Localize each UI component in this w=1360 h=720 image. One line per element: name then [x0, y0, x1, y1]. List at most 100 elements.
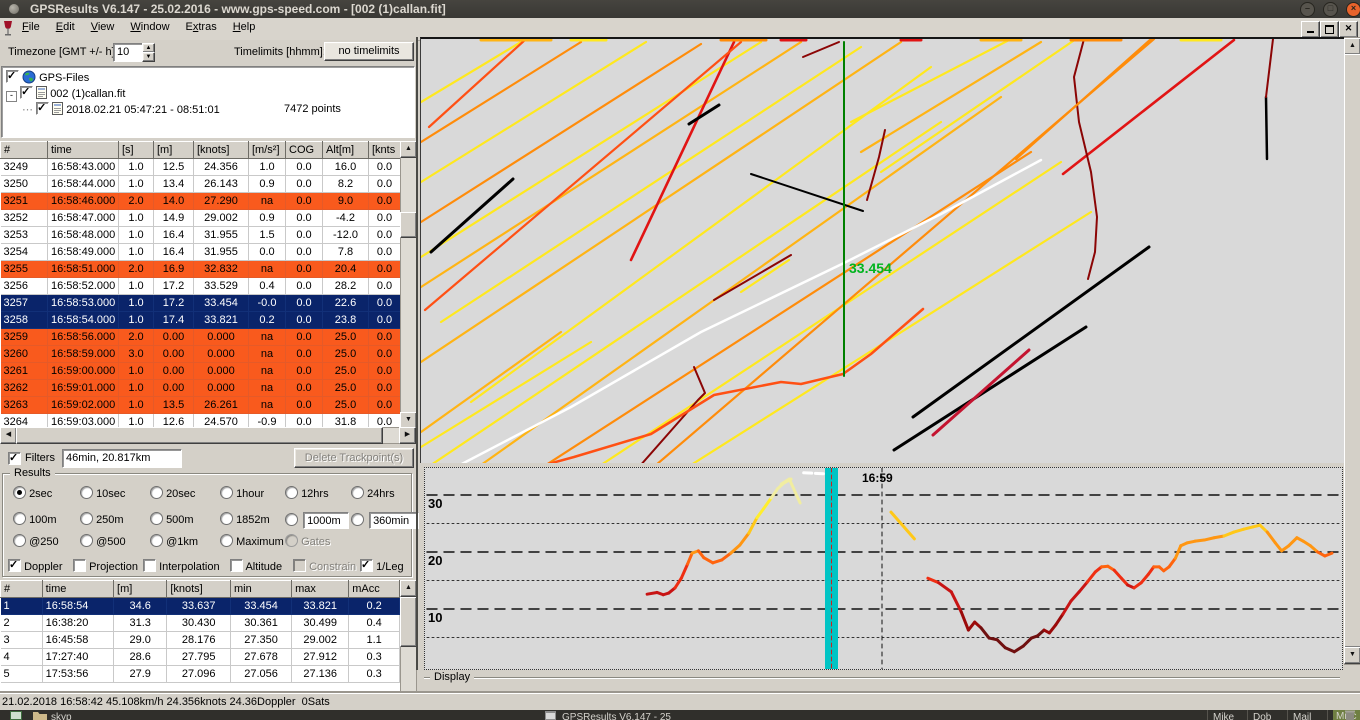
scroll-left-button[interactable]: ◀: [0, 427, 17, 444]
vscroll-thumb[interactable]: [400, 597, 417, 647]
checkbox-altitude[interactable]: Altitude: [230, 559, 282, 573]
vscroll-thumb[interactable]: [400, 212, 417, 238]
table-row[interactable]: 325216:58:47.0001.014.929.0020.90.0-4.20…: [1, 210, 401, 227]
tree-session-checkbox[interactable]: [36, 102, 49, 115]
radio-24hrs[interactable]: 24hrs: [351, 486, 395, 500]
column-header[interactable]: time: [42, 581, 113, 598]
timezone-input[interactable]: 10: [113, 43, 143, 62]
delete-trackpoints-button[interactable]: Delete Trackpoint(s): [294, 448, 414, 468]
radio-icon[interactable]: [285, 513, 298, 526]
table-row[interactable]: 326116:59:00.0001.00.000.000na0.025.00.0: [1, 363, 401, 380]
radio-maximum[interactable]: Maximum: [220, 534, 284, 548]
filters-checkbox[interactable]: [8, 452, 21, 465]
radio-icon[interactable]: [13, 512, 26, 525]
table-row[interactable]: 325316:58:48.0001.016.431.9551.50.0-12.0…: [1, 227, 401, 244]
maximize-window-button[interactable]: □: [1323, 2, 1338, 17]
radio-icon[interactable]: [285, 534, 298, 547]
radio-500[interactable]: @500: [80, 534, 126, 548]
taskbar-item[interactable]: GPSResults V6.147 - 25: [562, 711, 671, 720]
window-titlebar[interactable]: GPSResults V6.147 - 25.02.2016 - www.gps…: [0, 0, 1360, 18]
table-row[interactable]: 326216:59:01.0001.00.000.000na0.025.00.0: [1, 380, 401, 397]
column-header[interactable]: [knts: [369, 142, 401, 159]
tree-root-checkbox[interactable]: [6, 70, 19, 83]
tree-item-root[interactable]: GPS-Files: [6, 70, 89, 86]
column-header[interactable]: COG: [286, 142, 323, 159]
track-map[interactable]: 33.454: [420, 37, 1344, 465]
mdi-close-button[interactable]: ✕: [1339, 21, 1358, 38]
table-row[interactable]: 316:45:5829.028.17627.35029.0021.1: [1, 632, 400, 649]
trackpoint-table-vscrollbar[interactable]: ▲ ▼: [400, 141, 417, 429]
tree-file-checkbox[interactable]: [20, 86, 33, 99]
timezone-spin-down[interactable]: ▼: [142, 52, 155, 62]
table-row[interactable]: 325516:58:51.0002.016.932.832na0.020.40.…: [1, 261, 401, 278]
menu-file[interactable]: File: [14, 18, 48, 40]
radio-1hour[interactable]: 1hour: [220, 486, 264, 500]
table-row[interactable]: 325716:58:53.0001.017.233.454-0.00.022.6…: [1, 295, 401, 312]
table-row[interactable]: 116:58:5434.633.63733.45433.8210.2: [1, 598, 400, 615]
scroll-right-button[interactable]: ▶: [399, 427, 416, 444]
collapse-icon[interactable]: -: [6, 91, 17, 102]
checkbox-icon[interactable]: [73, 559, 86, 572]
menu-view[interactable]: View: [83, 18, 123, 40]
speed-time-chart[interactable]: 30201016:59: [424, 467, 1343, 670]
radio-1852m[interactable]: 1852m: [220, 512, 270, 526]
column-header[interactable]: mAcc: [349, 581, 400, 598]
radio-icon[interactable]: [13, 486, 26, 499]
taskbar-item[interactable]: skyp: [51, 711, 72, 720]
table-row[interactable]: 325016:58:44.0001.013.426.1430.90.08.20.…: [1, 176, 401, 193]
taskbar-item-mail[interactable]: Mail: [1293, 711, 1311, 720]
view-vscrollbar[interactable]: ▲ ▼: [1344, 37, 1360, 665]
table-row[interactable]: 325416:58:49.0001.016.431.9550.00.07.80.…: [1, 244, 401, 261]
table-row[interactable]: 326316:59:02.0001.013.526.261na0.025.00.…: [1, 397, 401, 414]
column-header[interactable]: Alt[m]: [323, 142, 369, 159]
timelimits-button[interactable]: no timelimits: [324, 42, 414, 61]
trash-icon[interactable]: [1344, 710, 1356, 720]
menu-edit[interactable]: Edit: [48, 18, 83, 40]
radio-500m[interactable]: 500m: [150, 512, 194, 526]
tree-item-file[interactable]: - 002 (1)callan.fit: [6, 86, 125, 102]
window-icon[interactable]: [545, 711, 556, 720]
menu-extras[interactable]: Extras: [178, 18, 225, 40]
menu-window[interactable]: Window: [122, 18, 177, 40]
column-header[interactable]: [m]: [114, 581, 167, 598]
checkbox-constrain[interactable]: Constrain: [293, 559, 356, 573]
radio-icon[interactable]: [80, 512, 93, 525]
scroll-down-button[interactable]: ▼: [1344, 647, 1360, 664]
checkbox-1leg[interactable]: 1/Leg: [360, 559, 404, 573]
column-header[interactable]: [m]: [154, 142, 194, 159]
radio-icon[interactable]: [285, 486, 298, 499]
vscroll-thumb[interactable]: [1344, 54, 1360, 648]
radio-250[interactable]: @250: [13, 534, 59, 548]
column-header[interactable]: min: [231, 581, 292, 598]
minimize-window-button[interactable]: –: [1300, 2, 1315, 17]
checkbox-icon[interactable]: [293, 559, 306, 572]
taskbar-item-dob[interactable]: Dob: [1253, 711, 1271, 720]
table-row[interactable]: 417:27:4028.627.79527.67827.9120.3: [1, 649, 400, 666]
column-header[interactable]: [s]: [119, 142, 154, 159]
radio-icon[interactable]: [150, 486, 163, 499]
checkbox-icon[interactable]: [230, 559, 243, 572]
table-row[interactable]: 326016:58:59.0003.00.000.000na0.025.00.0: [1, 346, 401, 363]
radio-input[interactable]: 360min: [369, 512, 419, 529]
column-header[interactable]: time: [48, 142, 119, 159]
column-header[interactable]: #: [1, 142, 48, 159]
column-header[interactable]: [knots]: [194, 142, 249, 159]
radio-input[interactable]: 1000m: [303, 512, 349, 529]
results-table-vscrollbar[interactable]: ▲: [400, 580, 417, 693]
tree-item-session[interactable]: ⋯ 2018.02.21 05:47:21 - 08:51:01 7472 po…: [22, 102, 220, 118]
table-row[interactable]: 325116:58:46.0002.014.027.290na0.09.00.0: [1, 193, 401, 210]
radio-2sec[interactable]: 2sec: [13, 486, 52, 500]
column-header[interactable]: #: [1, 581, 43, 598]
radio-360min[interactable]: 360min: [351, 512, 419, 529]
table-row[interactable]: 325616:58:52.0001.017.233.5290.40.028.20…: [1, 278, 401, 295]
taskbar-item-mike[interactable]: Mike: [1213, 711, 1234, 720]
radio-100m[interactable]: 100m: [13, 512, 57, 526]
table-row[interactable]: 216:38:2031.330.43030.36130.4990.4: [1, 615, 400, 632]
radio-12hrs[interactable]: 12hrs: [285, 486, 329, 500]
radio-icon[interactable]: [150, 534, 163, 547]
table-row[interactable]: 324916:58:43.0001.012.524.3561.00.016.00…: [1, 159, 401, 176]
taskbar-app-icon[interactable]: [10, 711, 22, 720]
radio-10sec[interactable]: 10sec: [80, 486, 125, 500]
checkbox-icon[interactable]: [143, 559, 156, 572]
close-window-button[interactable]: ×: [1346, 2, 1360, 17]
